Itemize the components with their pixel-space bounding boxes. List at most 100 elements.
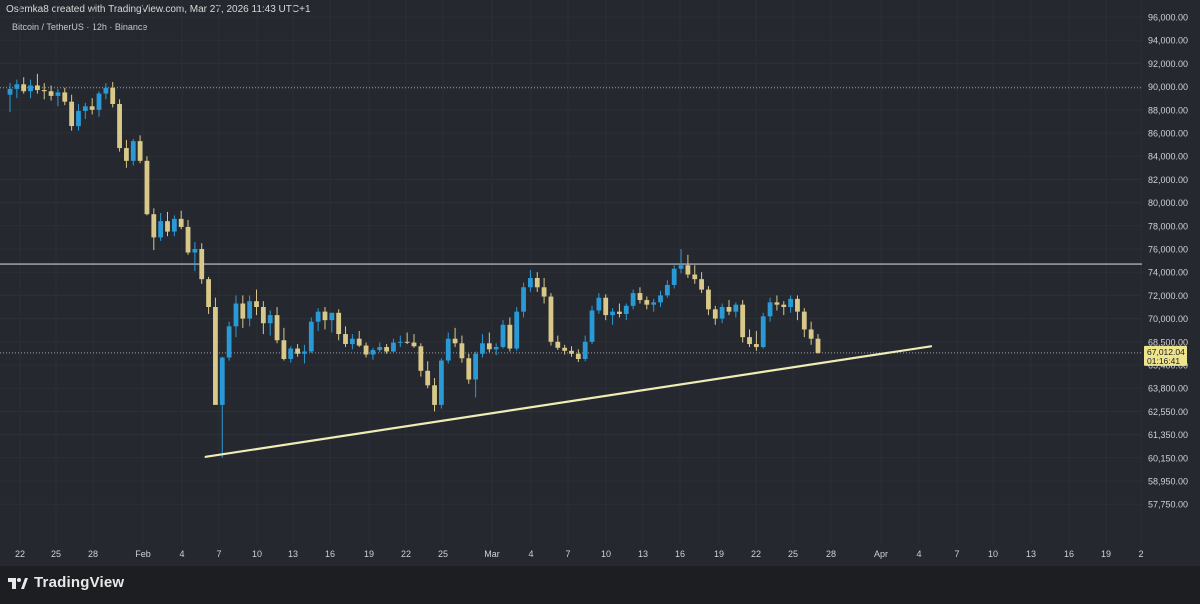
candle-body (630, 293, 636, 306)
candle-body (658, 295, 663, 303)
candle (219, 356, 225, 458)
x-tick-label: 4 (916, 549, 921, 559)
price-levels (0, 87, 1142, 354)
candle (274, 307, 280, 344)
price-chart[interactable]: 96,000.00 94,000.00 92,000.00 90,000.00 88,0… (0, 0, 1200, 566)
candle (89, 98, 95, 115)
candle-body (610, 311, 615, 316)
candle-body (733, 304, 739, 312)
tradingview-logo[interactable]: TradingView (8, 574, 124, 591)
candle-body (336, 312, 342, 335)
candle-body (103, 87, 109, 94)
time-axis[interactable]: 22 25 28 Feb 4 7 10 13 16 19 22 25 Mar 4 7 10 13 16 19 22 25… (15, 549, 1144, 559)
candle-body (712, 309, 718, 319)
candle (548, 293, 554, 346)
candle (432, 378, 437, 412)
candle (82, 102, 88, 120)
candle-body (534, 278, 540, 288)
candle-body (349, 338, 355, 345)
candle (137, 135, 143, 164)
candle-body (76, 110, 81, 127)
candle-body (788, 298, 794, 307)
candle-body (528, 278, 533, 288)
candle-body (254, 301, 259, 307)
candle-body (507, 324, 513, 349)
y-tick-label: 70,000.00 (1148, 314, 1188, 324)
candle (726, 300, 732, 316)
candle-body (130, 141, 136, 161)
candle (192, 242, 198, 272)
candle (507, 317, 513, 352)
x-tick-label: 7 (954, 549, 959, 559)
candle-body (247, 301, 253, 319)
candle (500, 320, 506, 349)
candle-body (240, 303, 246, 319)
candle-body (288, 348, 294, 360)
candle (370, 347, 376, 360)
candle-body (124, 148, 129, 161)
candle-body (233, 303, 239, 327)
candle (76, 104, 81, 131)
candle-body (480, 343, 485, 354)
candle (158, 213, 164, 241)
candle (610, 308, 615, 325)
candle-body (808, 329, 814, 339)
candle (144, 156, 150, 216)
candle-body (575, 353, 581, 360)
candle-body (719, 307, 725, 319)
candle-body (664, 284, 670, 296)
candle (637, 287, 643, 304)
candle (438, 358, 444, 409)
candle (62, 87, 68, 106)
candle-body (432, 385, 437, 405)
candle (480, 334, 485, 358)
x-tick-label: 13 (1026, 549, 1036, 559)
price-axis[interactable]: 96,000.00 94,000.00 92,000.00 90,000.00 88,0… (1148, 13, 1188, 510)
y-tick-label: 68,500.00 (1148, 337, 1188, 347)
candle (308, 317, 314, 354)
candle-body (206, 279, 211, 307)
candle (747, 329, 752, 348)
candle (603, 294, 609, 321)
candle-body (281, 340, 287, 360)
y-tick-label: 80,000.00 (1148, 198, 1188, 208)
candle (617, 303, 622, 318)
candle (418, 343, 424, 377)
candle-body (747, 337, 752, 345)
candle (767, 297, 773, 322)
candle (712, 305, 718, 325)
y-tick-label: 82,000.00 (1148, 175, 1188, 185)
x-tick-label: 16 (1064, 549, 1074, 559)
x-tick-label: 10 (988, 549, 998, 559)
x-tick-label: Feb (135, 549, 151, 559)
candle-body (226, 326, 232, 358)
candle (110, 81, 116, 108)
candle (664, 280, 670, 298)
candle-body (14, 84, 20, 89)
candle-body (363, 345, 369, 355)
x-tick-label: 7 (565, 549, 570, 559)
candle-body (315, 311, 321, 322)
candle (445, 332, 451, 364)
candle (541, 278, 547, 304)
candle-body (500, 324, 506, 348)
candle (795, 295, 800, 321)
candle-body (562, 347, 568, 351)
candle-body (438, 360, 444, 405)
y-tick-label: 94,000.00 (1148, 36, 1188, 46)
candle-body (165, 221, 170, 232)
y-tick-label: 72,000.00 (1148, 291, 1188, 301)
x-tick-label: Apr (874, 549, 888, 559)
candle (7, 83, 13, 113)
candle-body (685, 265, 691, 275)
candle (781, 301, 787, 316)
candle-body (582, 341, 588, 360)
candle (14, 79, 20, 99)
candle (199, 243, 205, 284)
footer-bar (0, 566, 1200, 604)
candle (165, 211, 170, 237)
candle (117, 99, 122, 152)
candle (171, 215, 177, 237)
y-tick-label: 61,350.00 (1148, 430, 1188, 440)
candle (801, 308, 807, 338)
